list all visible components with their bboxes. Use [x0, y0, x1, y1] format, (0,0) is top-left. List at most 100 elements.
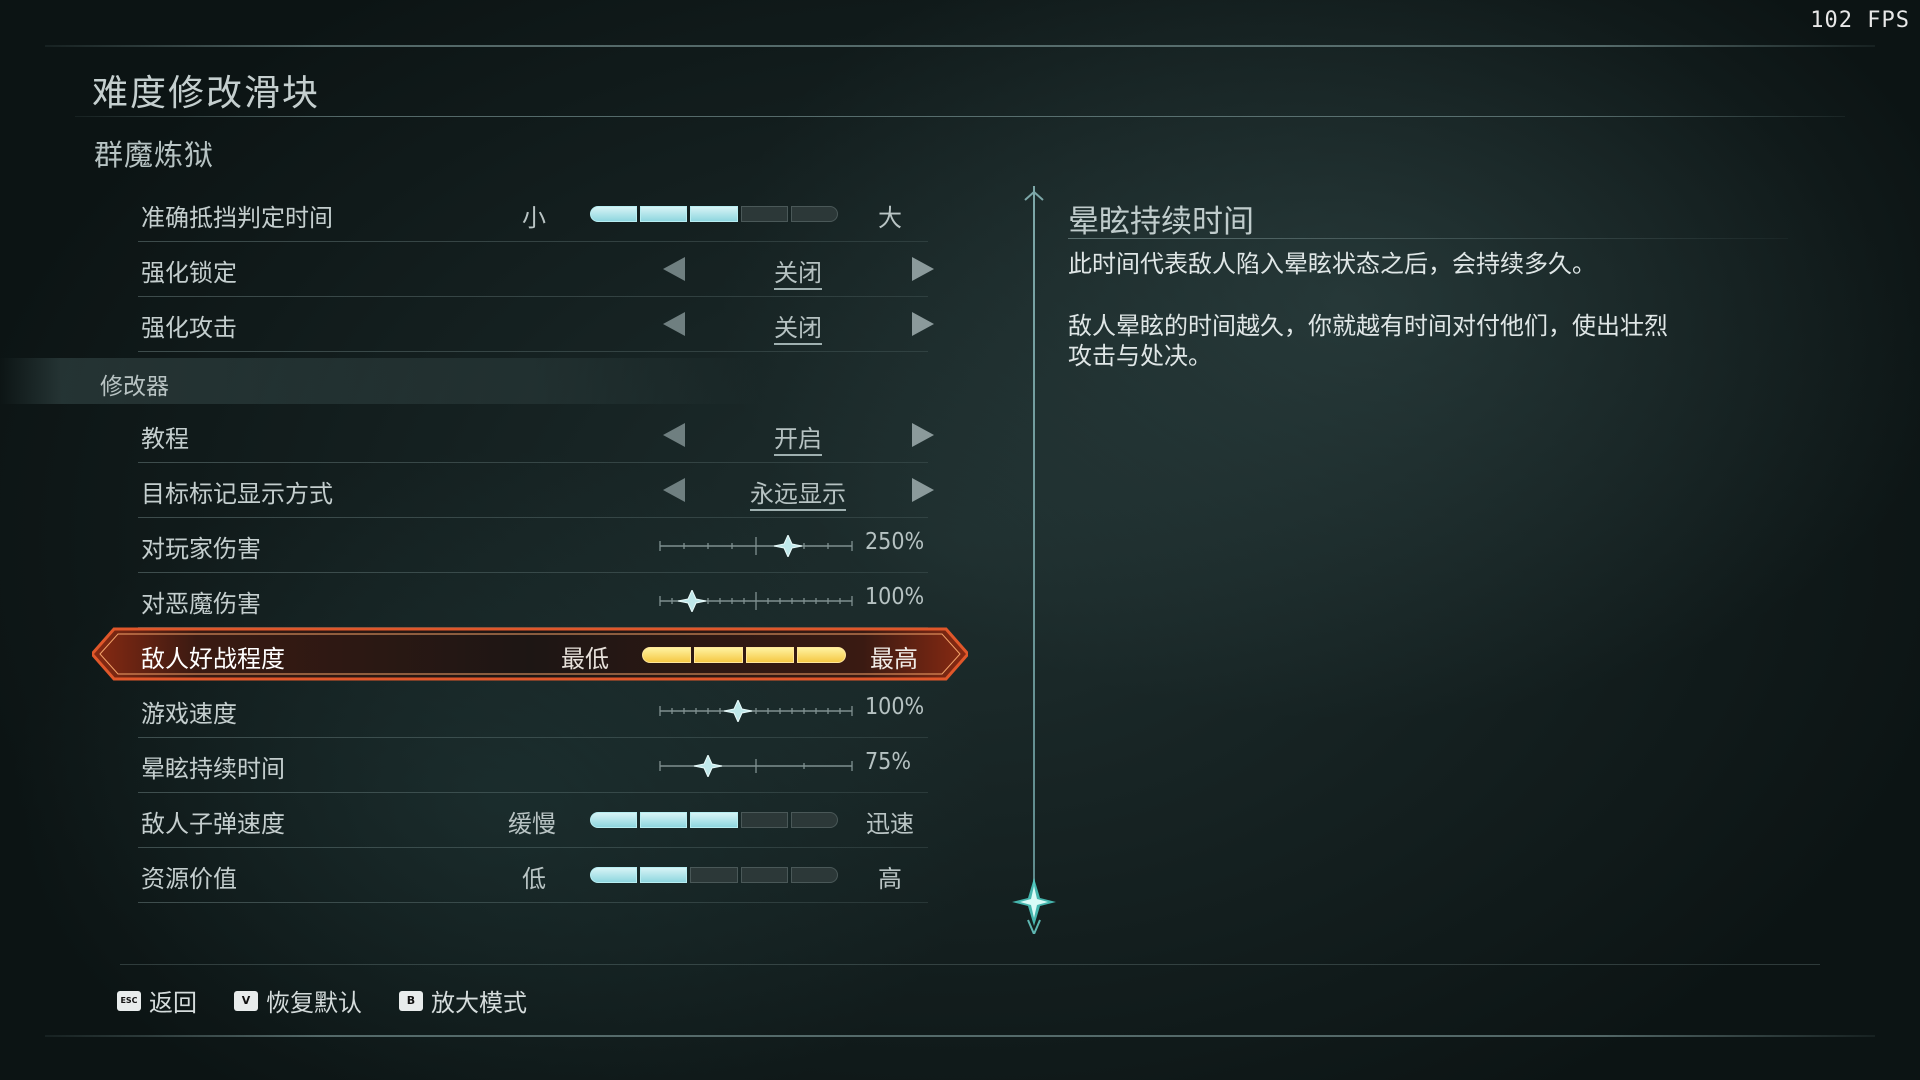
option-value-text: 永远显示 [750, 480, 846, 511]
footer-divider [120, 964, 1820, 965]
detail-description-2: 敌人晕眩的时间越久，你就越有时间对付他们，使出壮烈攻击与处决。 [1068, 312, 1668, 370]
range-high-label: 高 [878, 865, 902, 893]
option-value-text: 关闭 [774, 314, 822, 345]
level-segment [740, 812, 788, 828]
range-high-label: 迅速 [866, 810, 914, 838]
setting-row-enhanced-attack[interactable]: 强化攻击 关闭 [108, 298, 934, 352]
range-high-label: 最高 [870, 645, 918, 673]
level-segment [740, 206, 788, 222]
setting-row-resource-value[interactable]: 资源价值 低 高 [108, 849, 928, 903]
tick-slider[interactable] [658, 535, 854, 557]
setting-label: 游戏速度 [141, 700, 237, 728]
level-segment [790, 812, 839, 828]
level-bar[interactable] [642, 647, 846, 663]
right-arrow-icon[interactable] [912, 257, 934, 281]
setting-label: 敌人好战程度 [141, 645, 285, 673]
left-arrow-icon[interactable] [663, 478, 685, 502]
setting-row-parry-window[interactable]: 准确抵挡判定时间 小 大 [108, 188, 928, 242]
scroll-thumb-icon[interactable] [1012, 878, 1056, 934]
option-value: 开启 [688, 419, 908, 456]
range-low-label: 最低 [561, 645, 609, 673]
slider-value: 250% [865, 529, 925, 555]
level-segment [797, 647, 846, 663]
level-segment [690, 812, 738, 828]
back-button[interactable]: ESC 返回 [117, 983, 197, 1018]
level-segment [590, 812, 638, 828]
scrollbar-track[interactable] [1033, 190, 1035, 900]
setting-row-game-speed[interactable]: 游戏速度 100% [108, 684, 928, 738]
tick-slider[interactable] [658, 700, 854, 722]
setting-row-stun-duration[interactable]: 晕眩持续时间 75% [108, 739, 928, 793]
option-value: 关闭 [688, 308, 908, 345]
slider-value: 100% [865, 694, 925, 720]
range-low-label: 低 [522, 865, 546, 893]
level-segment [690, 206, 738, 222]
setting-row-target-marker[interactable]: 目标标记显示方式 永远显示 [108, 464, 934, 518]
slider-value: 100% [865, 584, 925, 610]
level-segment [690, 867, 738, 883]
option-value: 永远显示 [688, 474, 908, 511]
fps-counter: 102 FPS [1810, 8, 1910, 33]
setting-label: 目标标记显示方式 [141, 480, 333, 508]
setting-label: 强化攻击 [141, 314, 237, 342]
restore-default-button[interactable]: V 恢复默认 [234, 983, 362, 1018]
level-segment [590, 206, 638, 222]
option-value-text: 关闭 [774, 259, 822, 290]
back-label: 返回 [149, 989, 197, 1017]
detail-divider [1068, 238, 1788, 239]
zoom-mode-label: 放大模式 [431, 989, 527, 1017]
setting-label: 对恶魔伤害 [141, 590, 261, 618]
setting-row-tutorial[interactable]: 教程 开启 [108, 409, 934, 463]
level-segment [640, 206, 688, 222]
setting-label: 资源价值 [141, 865, 237, 893]
level-segment [640, 867, 688, 883]
left-arrow-icon[interactable] [663, 423, 685, 447]
tick-slider[interactable] [658, 755, 854, 777]
detail-description-1: 此时间代表敌人陷入晕眩状态之后，会持续多久。 [1068, 250, 1596, 278]
level-bar[interactable] [590, 867, 839, 883]
header-underline [75, 116, 1845, 117]
slider-thumb-icon[interactable] [723, 700, 753, 722]
right-arrow-icon[interactable] [912, 478, 934, 502]
level-segment [640, 812, 688, 828]
level-segment [642, 647, 691, 663]
scroll-top-ornament-icon [1024, 186, 1044, 212]
slider-thumb-icon[interactable] [693, 755, 723, 777]
setting-row-lock-on[interactable]: 强化锁定 关闭 [108, 243, 934, 297]
setting-label: 强化锁定 [141, 259, 237, 287]
level-segment [790, 206, 839, 222]
setting-row-enemy-projectile-speed[interactable]: 敌人子弹速度 缓慢 迅速 [108, 794, 928, 848]
setting-label: 对玩家伤害 [141, 535, 261, 563]
left-arrow-icon[interactable] [663, 257, 685, 281]
esc-key-icon: ESC [117, 990, 141, 1011]
level-segment [693, 647, 743, 663]
tick-slider[interactable] [658, 590, 854, 612]
section-title: 群魔炼狱 [94, 138, 215, 172]
setting-label: 晕眩持续时间 [141, 755, 285, 783]
group-header-modifiers: 修改器 [0, 358, 760, 404]
group-header-label: 修改器 [100, 374, 169, 400]
range-low-label: 缓慢 [508, 810, 556, 838]
b-key-icon: B [399, 990, 423, 1011]
detail-title: 晕眩持续时间 [1068, 204, 1254, 240]
setting-label: 敌人子弹速度 [141, 810, 285, 838]
bottom-frame-line [45, 1035, 1875, 1037]
option-value-text: 开启 [774, 425, 822, 456]
right-arrow-icon[interactable] [912, 423, 934, 447]
range-low-label: 小 [522, 204, 546, 232]
restore-default-label: 恢复默认 [266, 989, 362, 1017]
zoom-mode-button[interactable]: B 放大模式 [399, 983, 527, 1018]
setting-row-damage-to-player[interactable]: 对玩家伤害 250% [108, 519, 928, 573]
range-high-label: 大 [878, 204, 902, 232]
right-arrow-icon[interactable] [912, 312, 934, 336]
level-bar[interactable] [590, 812, 839, 828]
level-segment [590, 867, 638, 883]
setting-label: 准确抵挡判定时间 [141, 204, 333, 232]
slider-thumb-icon[interactable] [677, 590, 707, 612]
left-arrow-icon[interactable] [663, 312, 685, 336]
level-bar[interactable] [590, 206, 839, 222]
slider-value: 75% [865, 749, 911, 775]
slider-thumb-icon[interactable] [773, 535, 803, 557]
setting-row-damage-to-demons[interactable]: 对恶魔伤害 100% [108, 574, 928, 628]
setting-row-enemy-aggression[interactable]: 敌人好战程度 最低 最高 [92, 627, 968, 683]
